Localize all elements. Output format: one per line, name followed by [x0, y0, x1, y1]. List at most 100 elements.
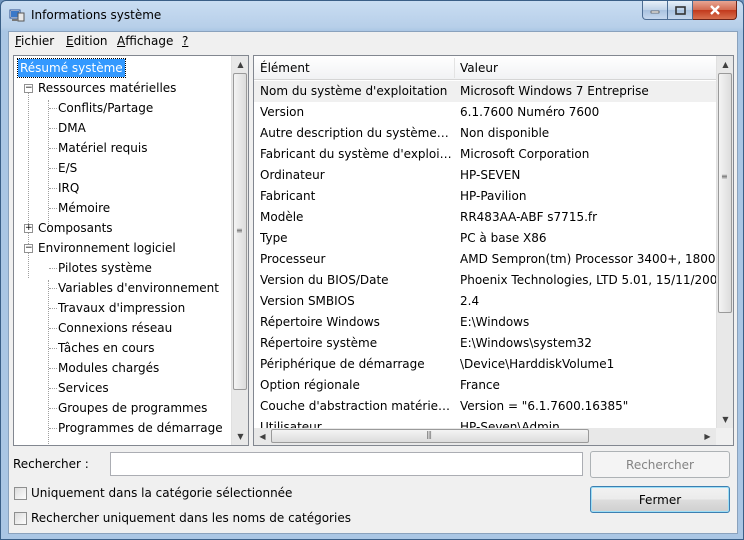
scroll-right-arrow-icon[interactable]: ▶ [699, 428, 716, 445]
menu-help[interactable]: ? [182, 34, 188, 48]
tree-item-memory[interactable]: Mémoire [58, 198, 110, 218]
table-row[interactable]: Autre description du système d... Non dis… [254, 123, 716, 144]
menu-affichage-label: ffichage [125, 34, 174, 48]
search-input[interactable] [110, 452, 583, 476]
option-category-names-label: Rechercher uniquement dans les noms de c… [31, 511, 351, 525]
title-bar[interactable]: Informations système [1, 1, 743, 31]
cell-value: PC à base X86 [460, 231, 547, 245]
close-button[interactable]: Fermer [590, 486, 730, 513]
minimize-button[interactable] [642, 1, 668, 20]
tree-item-program-groups[interactable]: Groupes de programmes [58, 398, 207, 418]
tree-line [49, 148, 57, 149]
table-row[interactable]: Option régionale France [254, 375, 716, 396]
tree-item-io[interactable]: E/S [58, 158, 77, 178]
table-row[interactable]: Répertoire système E:\Windows\system32 [254, 333, 716, 354]
cell-value: Phoenix Technologies, LTD 5.01, 15/11/20… [460, 273, 716, 287]
scroll-down-arrow-icon[interactable]: ▼ [232, 428, 248, 445]
table-row[interactable]: Modèle RR483AA-ABF s7715.fr [254, 207, 716, 228]
tree-item-tasks[interactable]: Tâches en cours [58, 338, 154, 358]
table-row[interactable]: Type PC à base X86 [254, 228, 716, 249]
menu-affichage[interactable]: Affichage [117, 34, 173, 48]
tree-item-print-jobs[interactable]: Travaux d'impression [58, 298, 185, 318]
checkbox[interactable] [14, 486, 27, 500]
table-row[interactable]: Version SMBIOS 2.4 [254, 291, 716, 312]
app-window: Informations système Fichier Edition Aff… [0, 0, 744, 540]
window-title: Informations système [31, 8, 162, 22]
cell-element: Fabricant du système d'exploit... [260, 147, 452, 161]
table-row[interactable]: Répertoire Windows E:\Windows [254, 312, 716, 333]
tree-line [48, 280, 49, 445]
tree-item-conflicts[interactable]: Conflits/Partage [58, 98, 153, 118]
maximize-button[interactable] [668, 1, 693, 20]
cell-element: Version du BIOS/Date [260, 273, 389, 287]
tree-scrollbar[interactable]: ▲ ≡ ▼ [231, 56, 248, 445]
table-row[interactable]: Processeur AMD Sempron(tm) Processor 3400… [254, 249, 716, 270]
table-row[interactable]: Fabricant du système d'exploit... Microso… [254, 144, 716, 165]
expand-icon[interactable]: + [24, 224, 33, 233]
tree-item-software[interactable]: Environnement logiciel [38, 238, 176, 258]
close-window-button[interactable] [693, 1, 737, 20]
tree-line [49, 408, 57, 409]
cell-element: Fabricant [260, 189, 316, 203]
table-row[interactable]: Ordinateur HP-SEVEN [254, 165, 716, 186]
list-header: Élément Valeur [254, 56, 716, 80]
list-vscroll-thumb[interactable] [718, 73, 732, 313]
tree-line [49, 288, 57, 289]
cell-value: 2.4 [460, 294, 480, 308]
column-header-element[interactable]: Élément [254, 56, 454, 80]
column-header-value[interactable]: Valeur [454, 56, 716, 80]
tree-line [49, 168, 57, 169]
table-row[interactable]: Nom du système d'exploitation Microsoft W… [254, 81, 716, 102]
search-button[interactable]: Rechercher [590, 451, 730, 478]
tree-line [49, 128, 57, 129]
tree-item-modules[interactable]: Modules chargés [58, 358, 159, 378]
tree-item-dma[interactable]: DMA [58, 118, 86, 138]
menu-edition-label: dition [73, 34, 108, 48]
tree-line [49, 428, 57, 429]
option-selected-category-label: Uniquement dans la catégorie sélectionné… [31, 486, 293, 500]
tree-item-components[interactable]: Composants [38, 218, 113, 238]
tree-item-network[interactable]: Connexions réseau [58, 318, 172, 338]
details-list[interactable]: Élément Valeur Nom du système d'exploita… [253, 55, 734, 446]
tree-item-env-vars[interactable]: Variables d'environnement [58, 278, 219, 298]
tree-item-summary[interactable]: Résumé système [17, 58, 126, 78]
list-vertical-scrollbar[interactable]: ▲ ≡ ▼ [716, 56, 733, 428]
collapse-icon[interactable]: − [24, 84, 33, 93]
collapse-icon[interactable]: − [24, 244, 33, 253]
table-row[interactable]: Couche d'abstraction matérielle Version =… [254, 396, 716, 417]
option-category-names[interactable]: Rechercher uniquement dans les noms de c… [14, 509, 351, 527]
option-selected-category[interactable]: Uniquement dans la catégorie sélectionné… [14, 484, 292, 502]
minimize-icon [650, 10, 660, 14]
table-row[interactable]: Version du BIOS/Date Phoenix Technologies… [254, 270, 716, 291]
list-horizontal-scrollbar[interactable]: ◀ ||| ▶ [254, 428, 716, 445]
menu-edition[interactable]: Edition [66, 34, 108, 48]
tree-item-hardware[interactable]: Ressources matérielles [38, 78, 176, 98]
menu-fichier[interactable]: Fichier [15, 34, 54, 48]
table-row[interactable]: Version 6.1.7600 Numéro 7600 [254, 102, 716, 123]
tree-item-drivers[interactable]: Pilotes système [58, 258, 152, 278]
table-row[interactable]: Périphérique de démarrage \Device\Harddis… [254, 354, 716, 375]
tree-item-startup[interactable]: Programmes de démarrage [58, 418, 223, 438]
tree-item-services[interactable]: Services [58, 378, 109, 398]
scroll-down-arrow-icon[interactable]: ▼ [717, 411, 733, 428]
checkbox[interactable] [14, 511, 27, 525]
cell-value: \Device\HarddiskVolume1 [460, 357, 615, 371]
tree-line [49, 368, 57, 369]
cell-element: Modèle [260, 210, 304, 224]
tree-item-irq[interactable]: IRQ [58, 178, 79, 198]
scroll-up-arrow-icon[interactable]: ▲ [232, 56, 248, 73]
grip-icon: ||| [426, 430, 432, 439]
scroll-left-arrow-icon[interactable]: ◀ [254, 428, 271, 445]
tree-item-forced-hardware[interactable]: Matériel requis [58, 138, 147, 158]
category-tree[interactable]: Résumé système − Ressources matérielles … [13, 55, 249, 446]
cell-value: 6.1.7600 Numéro 7600 [460, 105, 600, 119]
cell-value: HP-SEVEN [460, 168, 521, 182]
cell-element: Type [260, 231, 288, 245]
cell-element: Processeur [260, 252, 326, 266]
scroll-up-arrow-icon[interactable]: ▲ [717, 56, 733, 73]
table-row[interactable]: Fabricant HP-Pavilion [254, 186, 716, 207]
cell-element: Autre description du système d... [260, 126, 452, 140]
cell-value: Non disponible [460, 126, 550, 140]
tree-line [49, 388, 57, 389]
cell-value: HP-Pavilion [460, 189, 527, 203]
